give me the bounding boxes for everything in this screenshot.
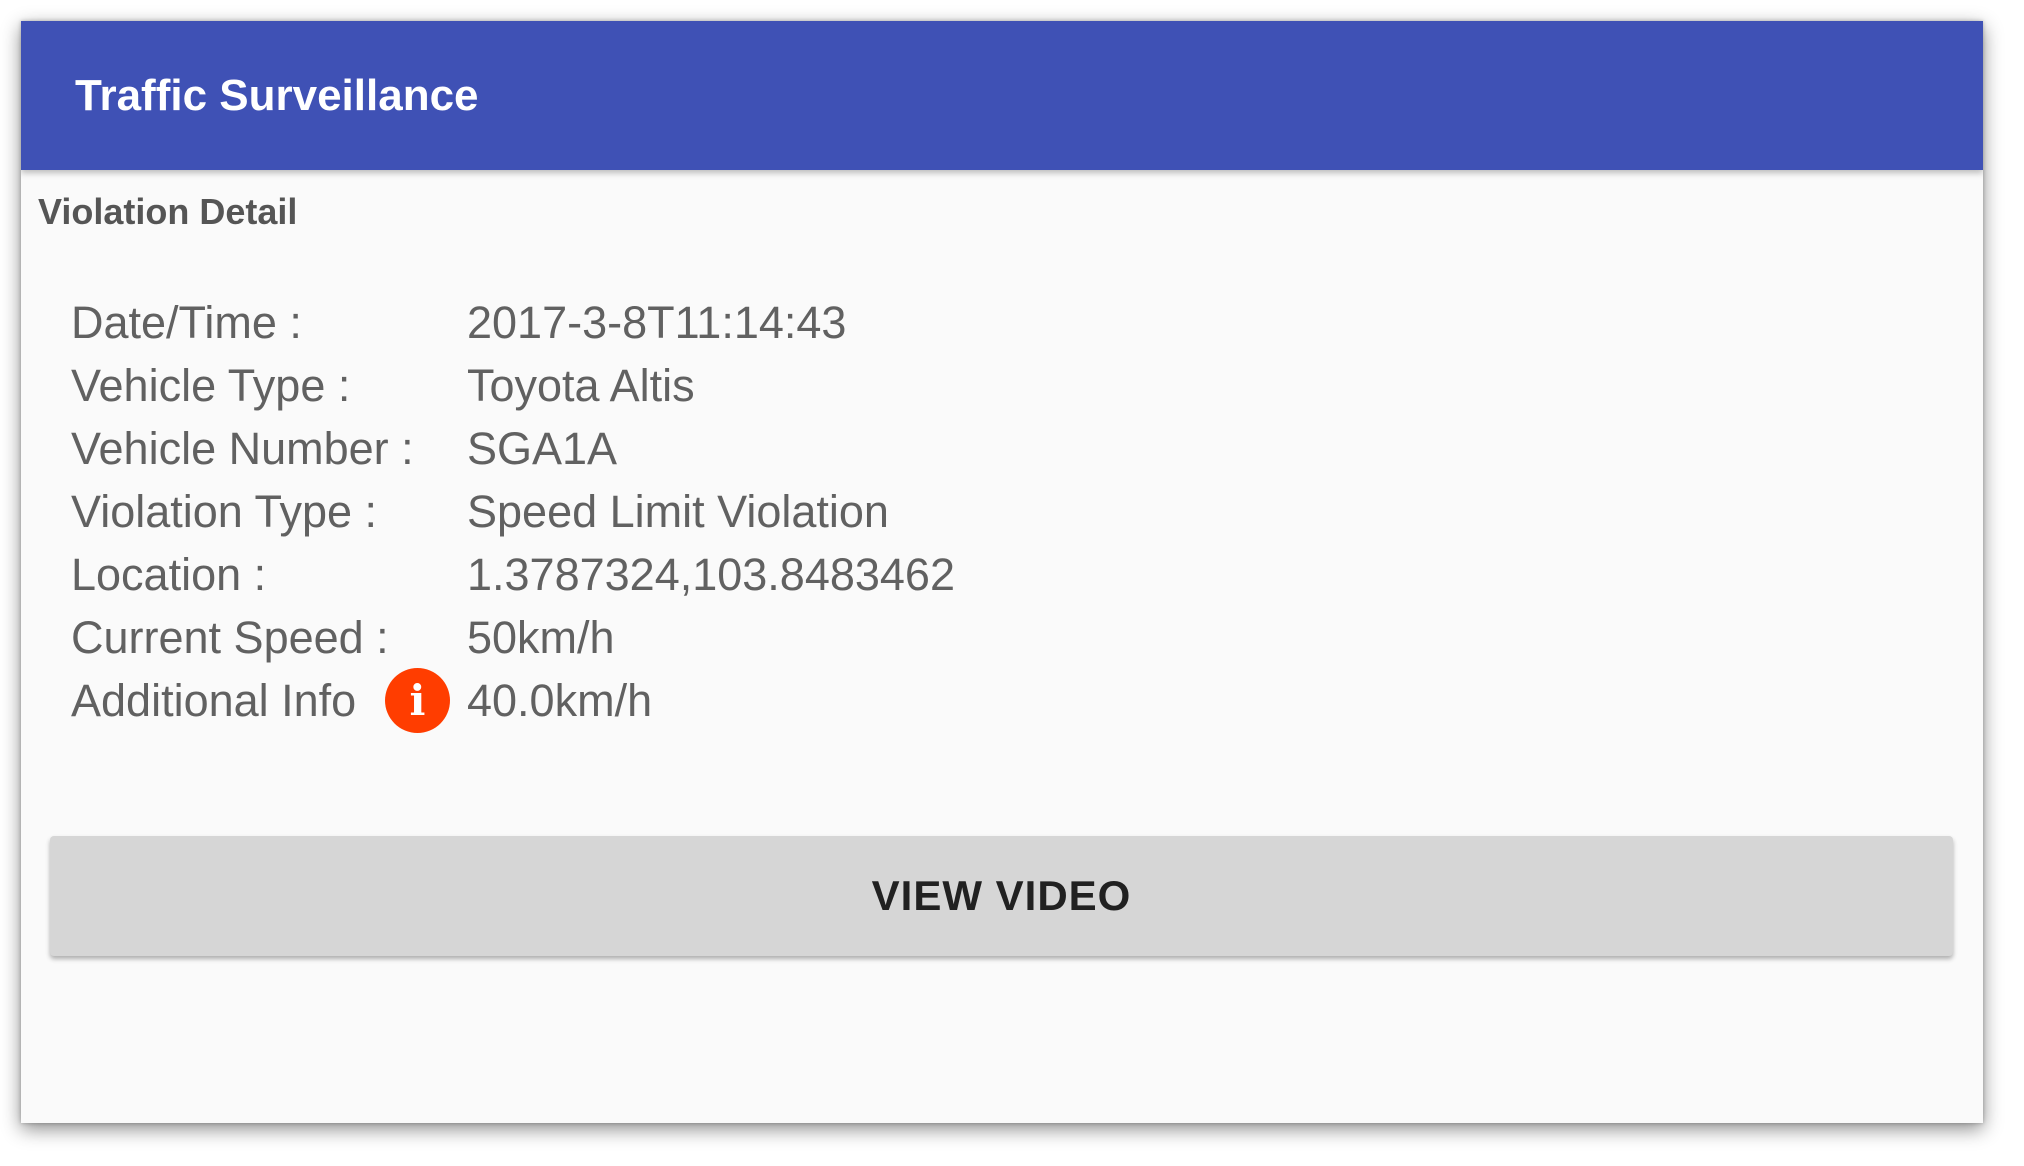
detail-value: Speed Limit Violation	[467, 486, 889, 537]
view-video-button[interactable]: VIEW VIDEO	[50, 836, 1953, 956]
detail-value: 1.3787324,103.8483462	[467, 549, 955, 600]
detail-label: Violation Type :	[71, 486, 378, 537]
section-title: Violation Detail	[38, 191, 298, 232]
detail-label: Location :	[71, 549, 267, 600]
app-bar: Traffic Surveillance	[21, 21, 1983, 170]
detail-value: 50km/h	[467, 612, 615, 663]
detail-value: Toyota Altis	[467, 360, 695, 411]
detail-label: Additional Info	[71, 675, 357, 726]
detail-value: 40.0km/h	[467, 675, 653, 726]
info-icon[interactable]: i	[385, 668, 450, 733]
detail-label: Vehicle Number :	[71, 423, 414, 474]
detail-label: Current Speed :	[71, 612, 389, 663]
app-window: Traffic Surveillance Violation Detail Da…	[21, 21, 1983, 1123]
detail-label: Date/Time :	[71, 297, 302, 348]
app-title: Traffic Surveillance	[75, 71, 479, 120]
detail-value: 2017-3-8T11:14:43	[467, 297, 847, 348]
detail-label: Vehicle Type :	[71, 360, 351, 411]
detail-value: SGA1A	[467, 423, 618, 474]
